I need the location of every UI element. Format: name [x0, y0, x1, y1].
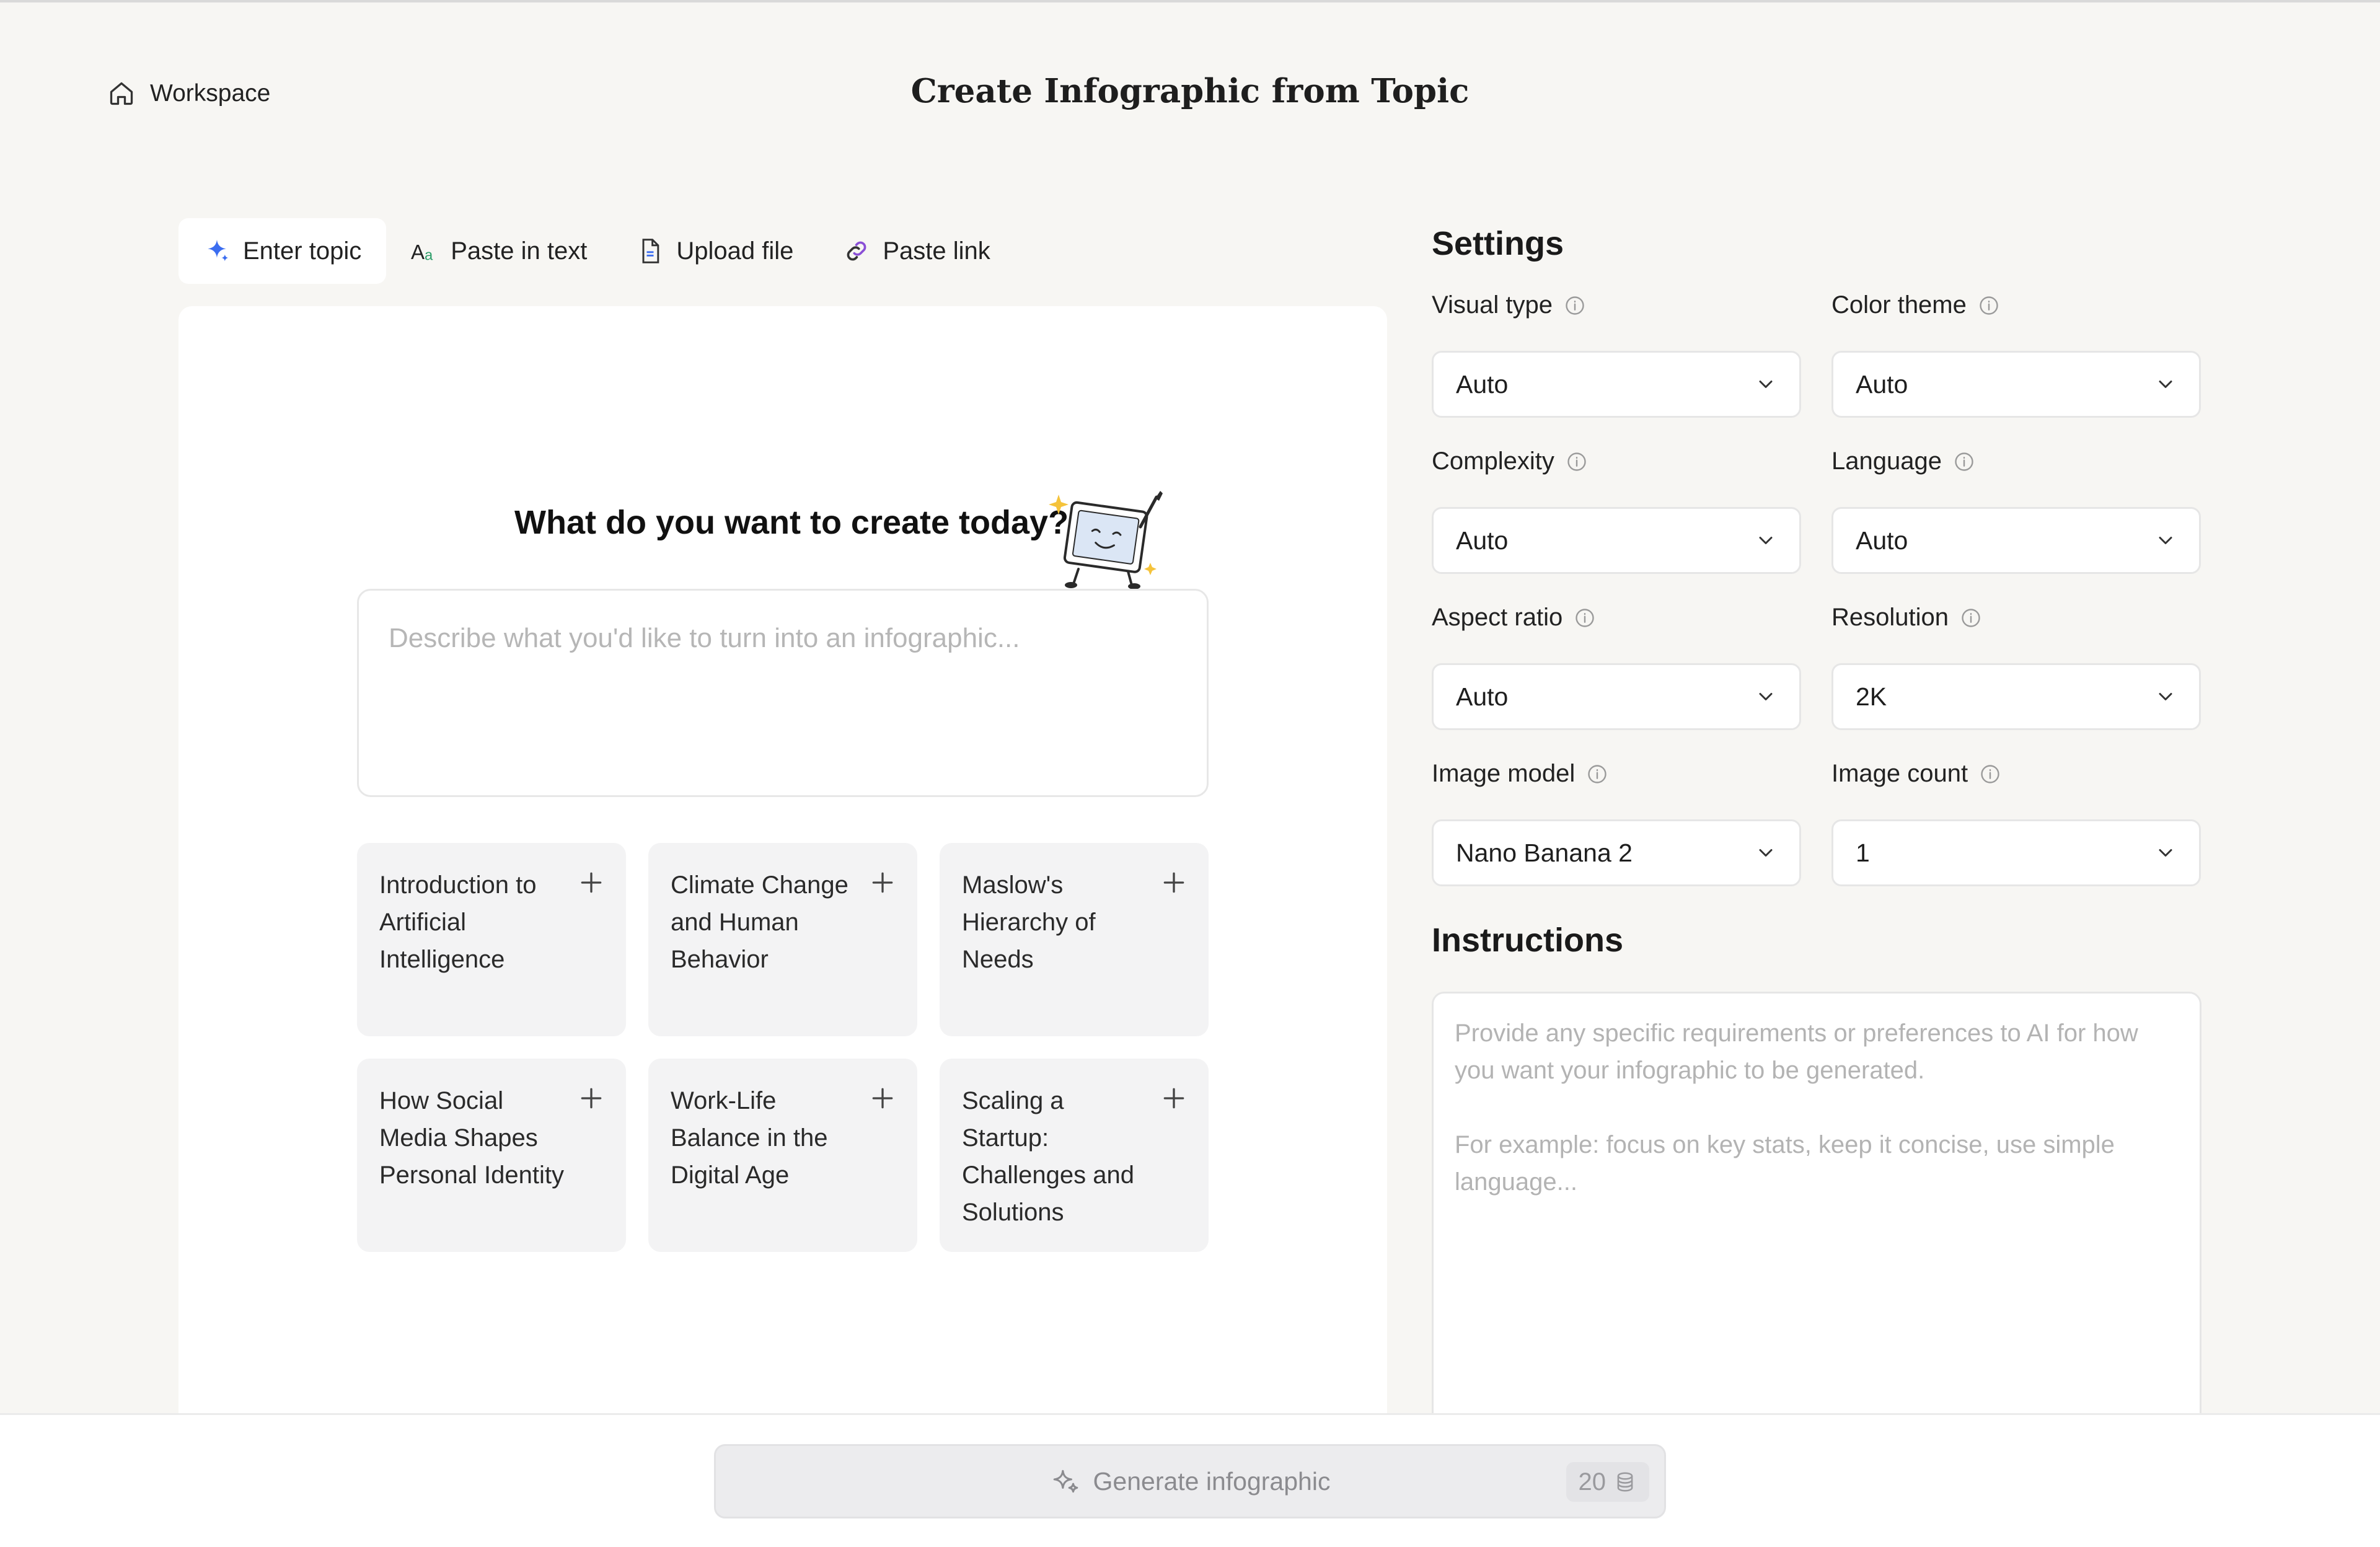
instructions-title: Instructions — [1432, 922, 1624, 959]
suggestion-text: How Social Media Shapes Personal Identit… — [379, 1087, 564, 1189]
plus-icon — [1163, 1088, 1184, 1109]
chevron-down-icon — [2159, 381, 2172, 388]
instructions-placeholder: Provide any specific requirements or pre… — [1455, 1020, 2138, 1084]
suggestion-card[interactable]: Climate Change and Human Behavior — [648, 843, 917, 1036]
tab-label: Paste in text — [451, 237, 588, 265]
image-model-select[interactable]: Nano Banana 2 — [1432, 819, 1801, 886]
plus-icon — [1163, 872, 1184, 893]
tab-label: Paste link — [883, 237, 990, 265]
chevron-down-icon — [2159, 693, 2172, 700]
info-icon[interactable] — [1566, 451, 1588, 473]
complexity-select[interactable]: Auto — [1432, 507, 1801, 574]
page-title: Create Infographic from Topic — [910, 72, 1470, 110]
color-theme-select[interactable]: Auto — [1831, 351, 2201, 418]
topic-input[interactable]: Describe what you'd like to turn into an… — [357, 589, 1209, 797]
text-aa-icon: Aa — [411, 237, 438, 265]
tab-label: Upload file — [676, 237, 794, 265]
prompt-title: What do you want to create today? — [514, 504, 1069, 541]
suggestion-text: Maslow's Hierarchy of Needs — [962, 871, 1096, 973]
tab-enter-topic[interactable]: Enter topic — [178, 218, 387, 284]
chevron-down-icon — [1759, 849, 1773, 857]
plus-icon — [581, 1088, 602, 1109]
settings-title: Settings — [1432, 225, 1564, 262]
suggestion-card[interactable]: How Social Media Shapes Personal Identit… — [357, 1059, 626, 1252]
complexity-label: Complexity — [1432, 447, 1588, 475]
plus-icon — [581, 872, 602, 893]
language-label: Language — [1831, 447, 1975, 475]
tab-paste-link[interactable]: Paste link — [818, 218, 1015, 284]
tab-paste-text[interactable]: Aa Paste in text — [386, 218, 612, 284]
visual-type-label: Visual type — [1432, 291, 1586, 319]
link-icon — [843, 237, 870, 265]
info-icon[interactable] — [1960, 607, 1982, 629]
mascot-illustration — [1049, 491, 1163, 589]
instructions-example: For example: focus on key stats, keep it… — [1455, 1131, 2115, 1196]
tab-upload-file[interactable]: Upload file — [612, 218, 818, 284]
image-count-select[interactable]: 1 — [1831, 819, 2201, 886]
file-icon — [637, 237, 664, 265]
chevron-down-icon — [1759, 537, 1773, 544]
credits-badge: 20 — [1566, 1462, 1649, 1502]
tab-label: Enter topic — [243, 237, 362, 265]
info-icon[interactable] — [1953, 451, 1975, 473]
info-icon[interactable] — [1564, 294, 1586, 317]
suggestion-card[interactable]: Introduction to Artificial Intelligence — [357, 843, 626, 1036]
visual-type-select[interactable]: Auto — [1432, 351, 1801, 418]
svg-text:A: A — [411, 240, 425, 263]
suggestion-card[interactable]: Scaling a Startup: Challenges and Soluti… — [940, 1059, 1209, 1252]
resolution-label: Resolution — [1831, 604, 1982, 632]
aspect-ratio-label: Aspect ratio — [1432, 604, 1596, 632]
image-count-label: Image count — [1831, 760, 2001, 788]
top-border — [0, 0, 2380, 2]
info-icon[interactable] — [1586, 763, 1608, 785]
plus-icon — [872, 1088, 893, 1109]
info-icon[interactable] — [1574, 607, 1596, 629]
info-icon[interactable] — [1978, 294, 2000, 317]
instructions-input[interactable]: Provide any specific requirements or pre… — [1432, 992, 2202, 1426]
language-select[interactable]: Auto — [1831, 507, 2201, 574]
plus-icon — [872, 872, 893, 893]
suggestion-text: Climate Change and Human Behavior — [671, 871, 848, 973]
color-theme-label: Color theme — [1831, 291, 2000, 319]
generate-label: Generate infographic — [1093, 1466, 1331, 1496]
suggestion-text: Introduction to Artificial Intelligence — [379, 871, 537, 973]
sparkles-icon — [1053, 1470, 1078, 1493]
suggestion-card[interactable]: Maslow's Hierarchy of Needs — [940, 843, 1209, 1036]
sparkle-icon — [203, 237, 231, 265]
suggestion-card[interactable]: Work-Life Balance in the Digital Age — [648, 1059, 917, 1252]
image-model-label: Image model — [1432, 760, 1608, 788]
chevron-down-icon — [1759, 693, 1773, 700]
suggestion-text: Scaling a Startup: Challenges and Soluti… — [962, 1087, 1134, 1226]
credits-count: 20 — [1578, 1468, 1606, 1496]
coin-stack-icon — [1617, 1472, 1633, 1492]
resolution-select[interactable]: 2K — [1831, 663, 2201, 730]
svg-text:a: a — [425, 247, 433, 264]
aspect-ratio-select[interactable]: Auto — [1432, 663, 1801, 730]
chevron-down-icon — [2159, 537, 2172, 544]
generate-button[interactable]: Generate infographic 20 — [714, 1444, 1666, 1518]
suggestion-text: Work-Life Balance in the Digital Age — [671, 1087, 828, 1189]
chevron-down-icon — [2159, 849, 2172, 857]
info-icon[interactable] — [1979, 763, 2001, 785]
input-mode-tabs: Enter topic Aa Paste in text Upload file… — [178, 218, 1015, 284]
chevron-down-icon — [1759, 381, 1773, 388]
